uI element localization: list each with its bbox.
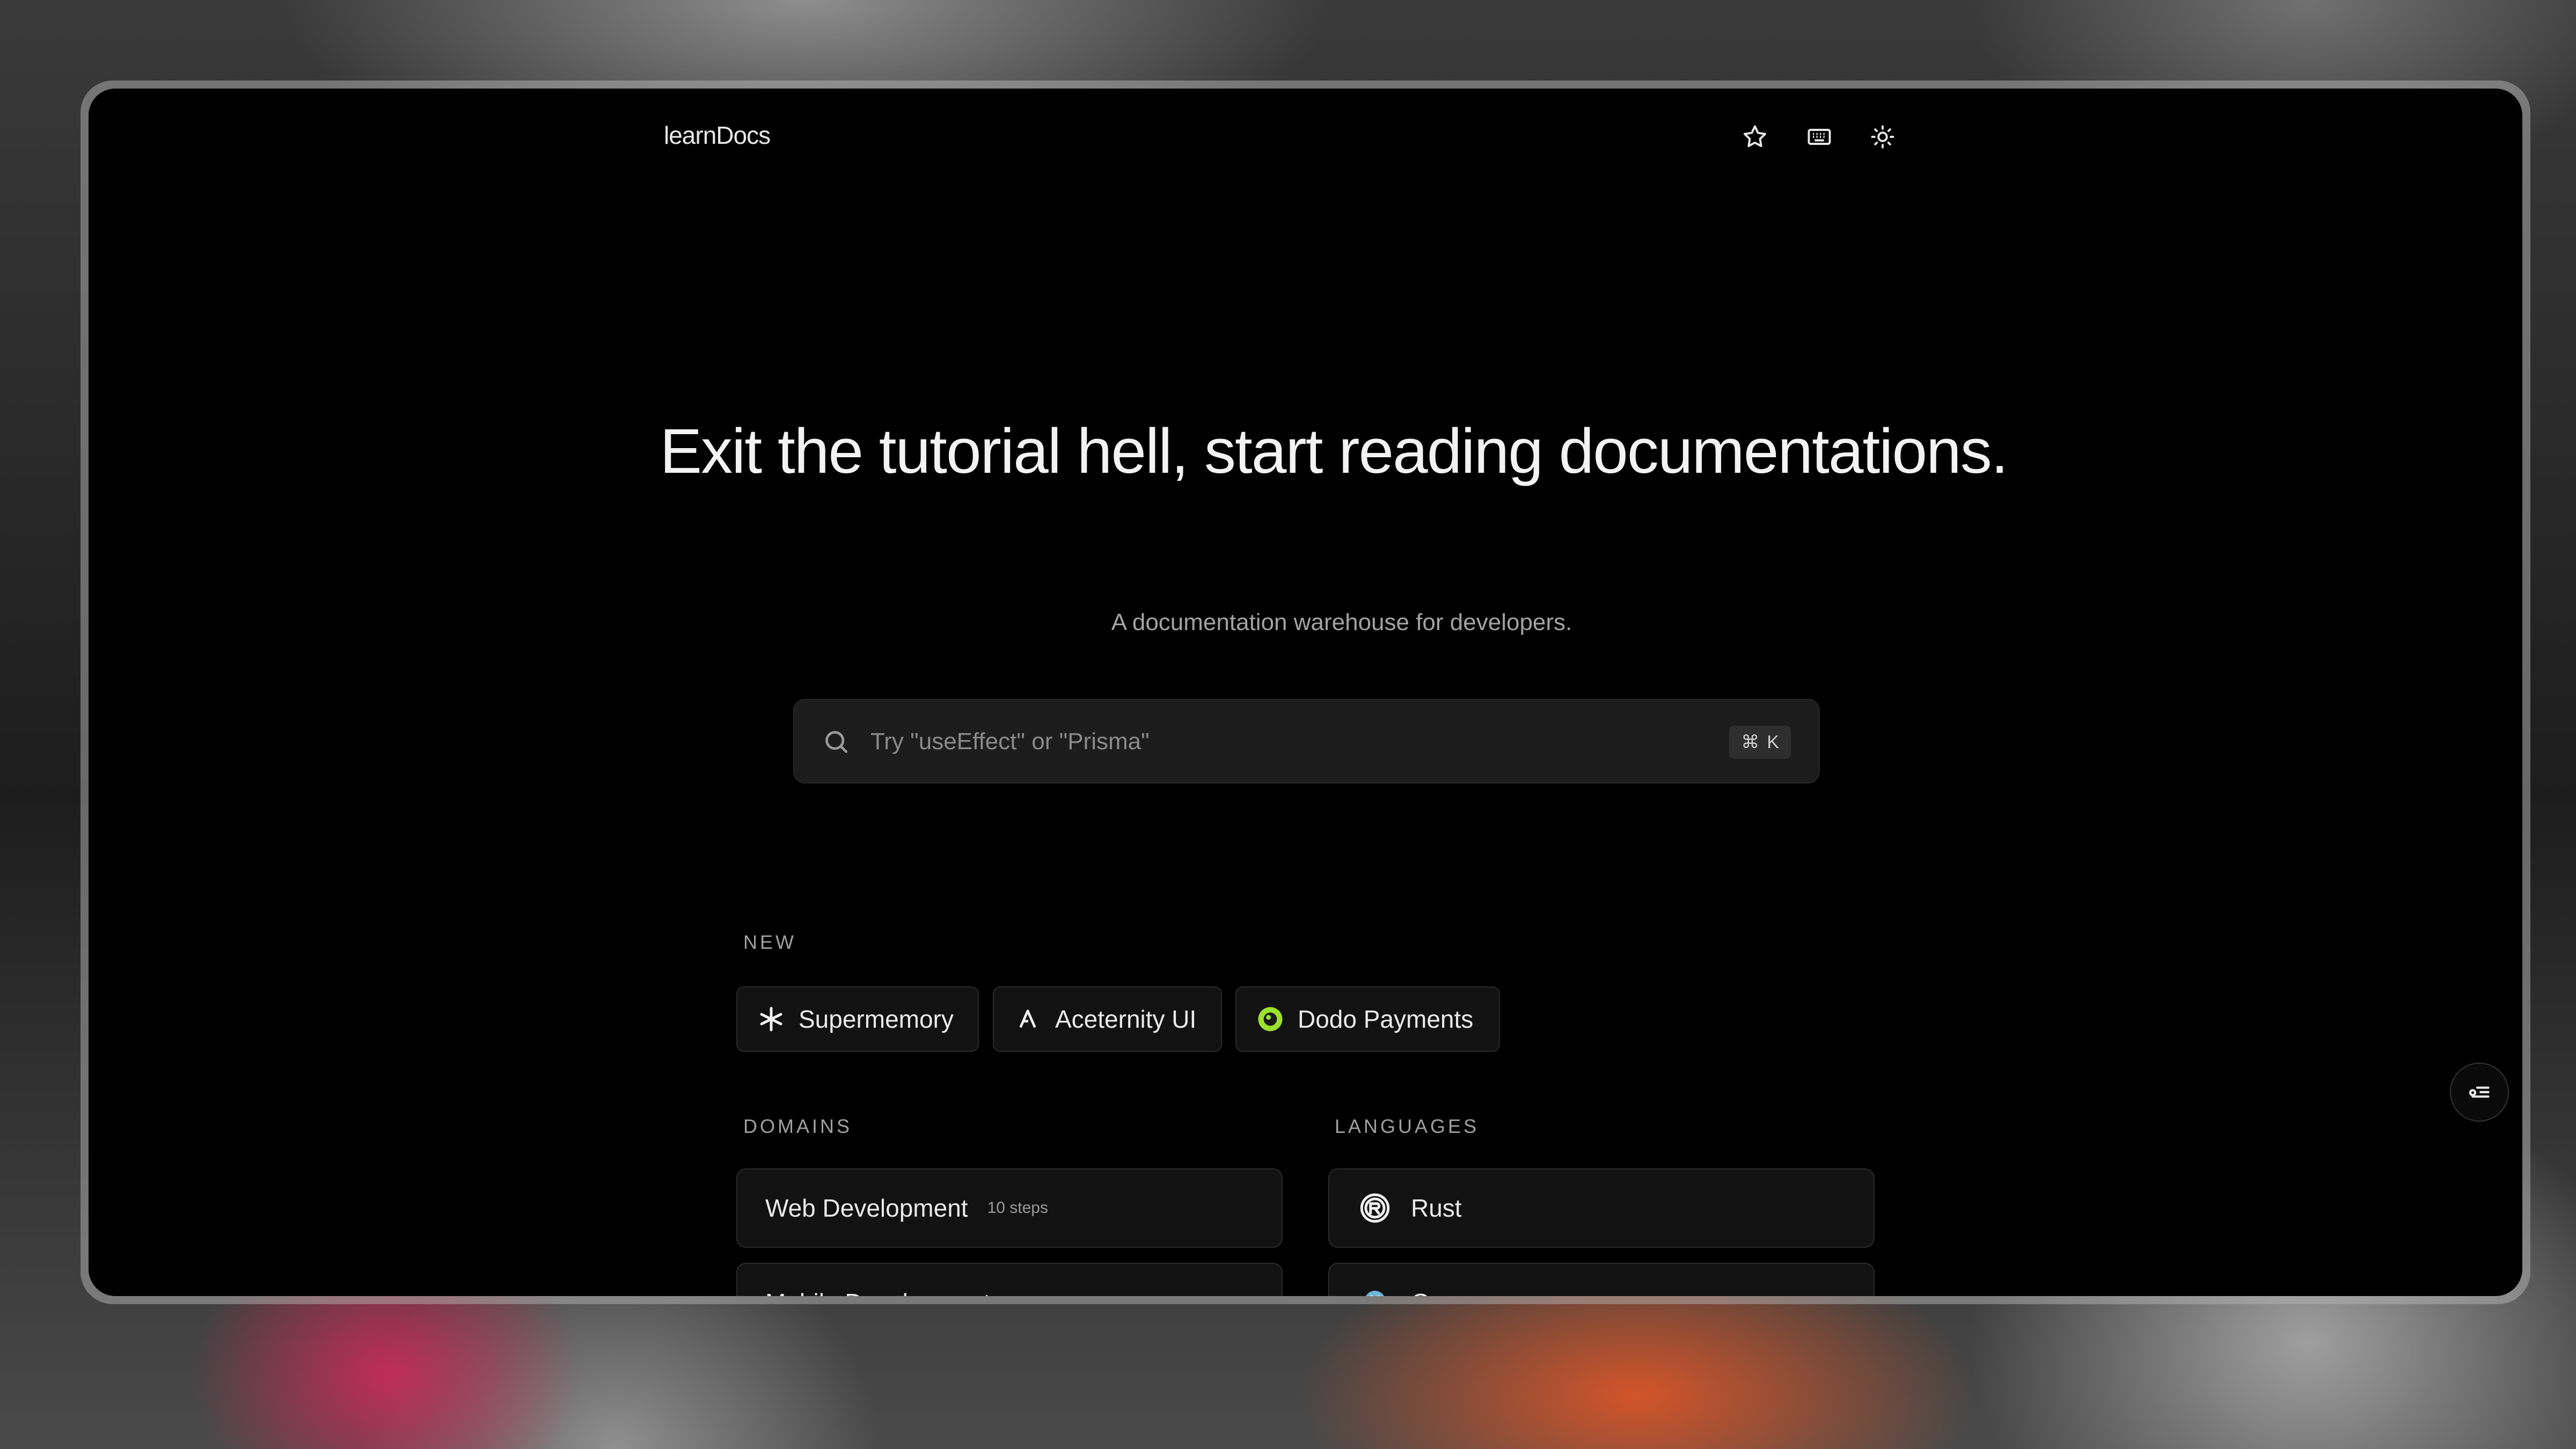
new-item-aceternity[interactable]: Aceternity UI (993, 986, 1222, 1052)
domain-card-mobile-development[interactable]: Mobile Development (736, 1263, 1283, 1296)
new-item-supermemory[interactable]: Supermemory (736, 986, 979, 1052)
command-key-glyph: ⌘ (1741, 732, 1760, 752)
language-card-rust[interactable]: Rust (1328, 1168, 1875, 1248)
domain-card-title: Web Development (765, 1194, 968, 1222)
brand-logo[interactable]: learnDocs (664, 121, 771, 150)
aceternity-logo-icon (1013, 1005, 1042, 1034)
language-card-title: Go (1411, 1288, 1444, 1296)
sliders-icon (2469, 1086, 2490, 1098)
dodo-logo-icon (1256, 1005, 1285, 1034)
search-shortcut-badge: ⌘ K (1729, 726, 1791, 759)
languages-section-label: LANGUAGES (1335, 1115, 1480, 1137)
star-icon[interactable] (1739, 121, 1771, 153)
search-icon (825, 731, 847, 753)
rust-logo-icon (1357, 1190, 1393, 1226)
language-card-go[interactable]: Go (1328, 1263, 1875, 1296)
filter-settings-button[interactable] (2450, 1063, 2509, 1122)
domains-section-label: DOMAINS (743, 1115, 853, 1137)
asterisk-icon (757, 1005, 786, 1034)
keyboard-icon[interactable] (1803, 121, 1835, 153)
new-item-label: Dodo Payments (1298, 1005, 1474, 1033)
new-section-label: NEW (743, 931, 796, 953)
domain-card-web-development[interactable]: Web Development 10 steps (736, 1168, 1283, 1248)
hero-subtitle: A documentation warehouse for developers… (1111, 609, 1572, 635)
steps-badge: 10 steps (987, 1199, 1048, 1217)
hero-title: Exit the tutorial hell, start reading do… (660, 416, 2008, 487)
new-item-label: Aceternity UI (1055, 1005, 1197, 1033)
go-logo-icon (1357, 1285, 1393, 1296)
search-input[interactable] (869, 719, 1677, 764)
shortcut-key: K (1767, 732, 1779, 752)
search-bar[interactable]: ⌘ K (793, 699, 1820, 784)
sun-icon[interactable] (1867, 121, 1899, 153)
new-item-dodo-payments[interactable]: Dodo Payments (1235, 986, 1500, 1052)
new-item-label: Supermemory (799, 1005, 954, 1033)
browser-window: learnDocs Exit the tutorial hell, start … (89, 89, 2522, 1296)
domain-card-title: Mobile Development (765, 1288, 990, 1296)
language-card-title: Rust (1411, 1194, 1462, 1222)
